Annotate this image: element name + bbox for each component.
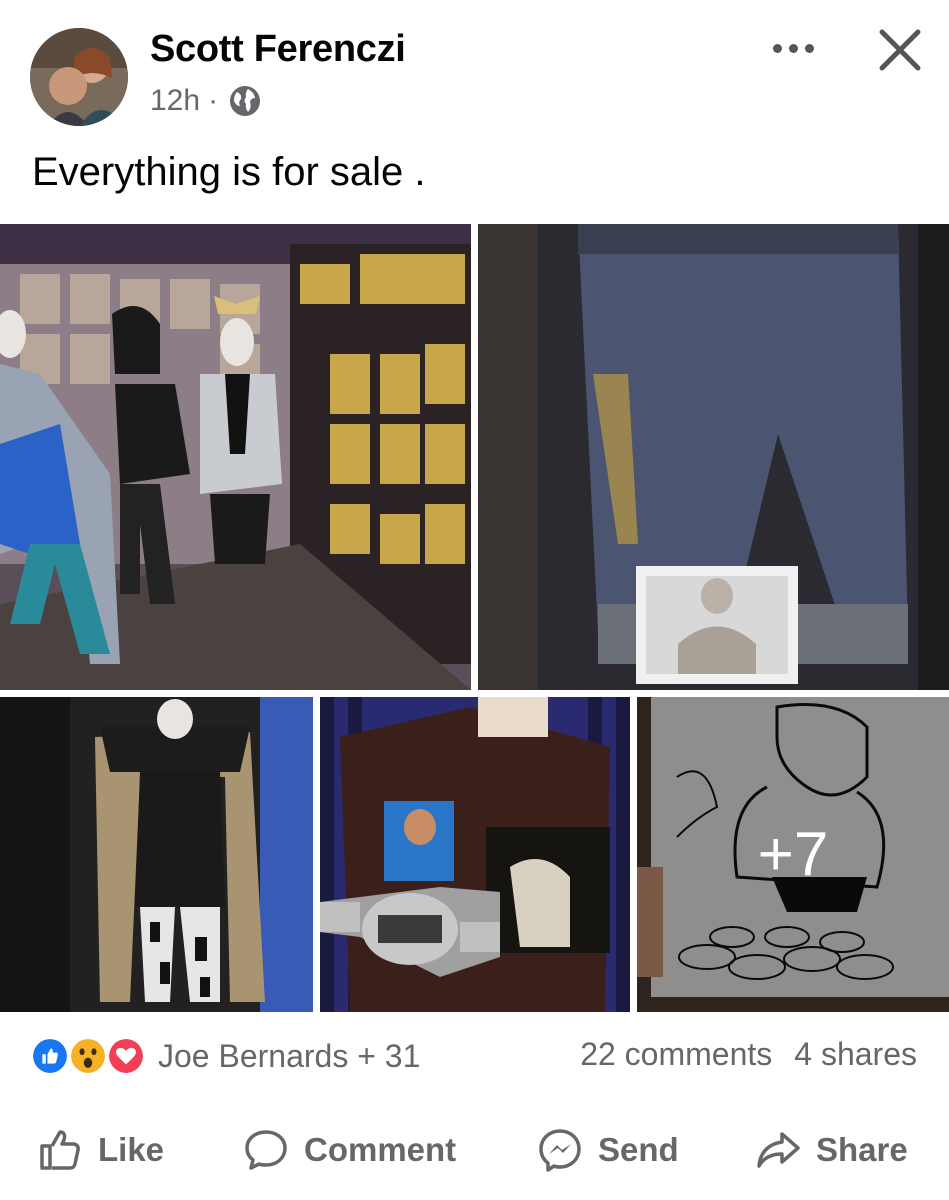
photo-belt-and-photos[interactable] [320,697,630,1012]
thumbs-up-icon [40,1130,80,1170]
share-label: Share [816,1131,908,1168]
more-options-icon[interactable] [758,30,828,66]
like-label: Like [98,1131,165,1168]
messenger-icon [539,1129,581,1172]
post-meta: 12h · [150,84,262,118]
photo-signed-drawing[interactable]: +7 [637,697,949,1012]
close-icon[interactable] [872,22,928,78]
like-button[interactable]: Like [36,1112,164,1188]
engagement-counts: 22 comments 4 shares [580,1036,917,1073]
comments-count[interactable]: 22 comments [580,1036,772,1073]
author-name[interactable]: Scott Ferenczi [150,28,406,71]
reaction-icons [30,1034,152,1078]
action-bar: Like Comment Send Share [0,1112,949,1188]
comment-label: Comment [304,1131,457,1168]
share-arrow-icon [757,1132,800,1168]
send-button[interactable]: Send [536,1112,679,1188]
more-photos-count[interactable]: +7 [637,697,949,1012]
reaction-summary[interactable]: Joe Bernards + 31 [30,1034,420,1078]
reactors-text[interactable]: Joe Bernards + 31 [158,1038,420,1075]
photo-framed-trunks[interactable] [478,224,949,690]
post-header: Scott Ferenczi 12h · [0,0,949,140]
meta-separator: · [208,84,219,117]
avatar[interactable] [30,28,128,126]
send-label: Send [598,1131,679,1168]
wow-reaction-icon [68,1036,108,1076]
globe-icon[interactable] [228,84,262,118]
love-reaction-icon [106,1036,146,1076]
post-text: Everything is for sale . [32,150,426,194]
comment-bubble-icon [245,1130,287,1170]
photo-sequin-robe[interactable] [0,697,313,1012]
shares-count[interactable]: 4 shares [794,1036,917,1073]
post-time[interactable]: 12h [150,84,200,118]
comment-button[interactable]: Comment [242,1112,456,1188]
share-button[interactable]: Share [754,1112,908,1188]
photo-mannequin-room[interactable] [0,224,471,690]
like-reaction-icon [30,1036,70,1076]
